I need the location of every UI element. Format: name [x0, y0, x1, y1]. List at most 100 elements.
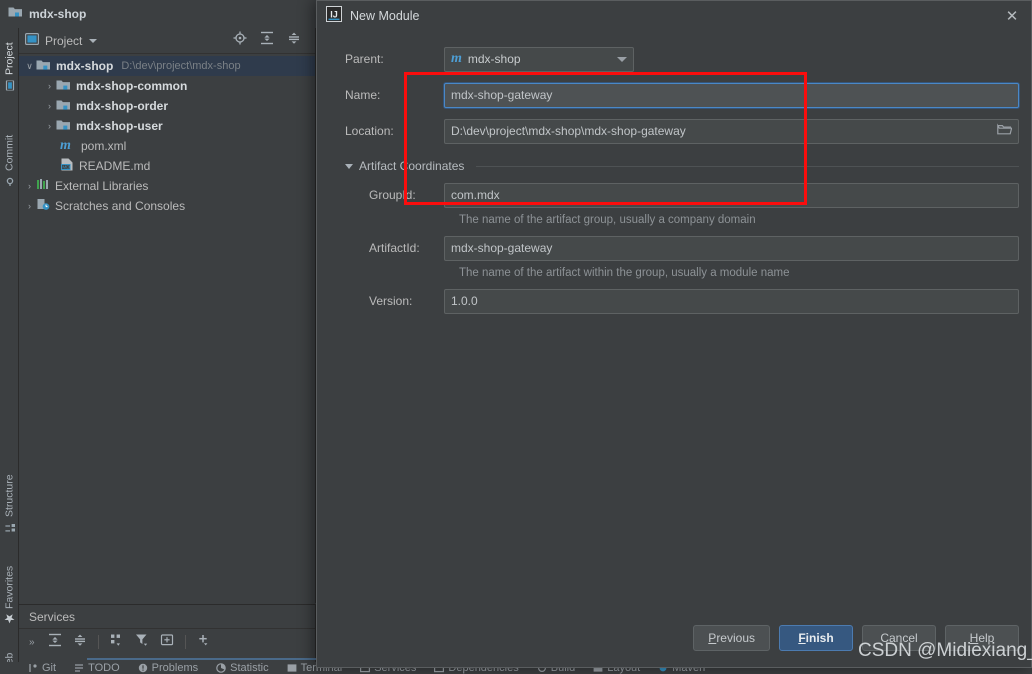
status-item-problems[interactable]: Problems	[138, 662, 198, 674]
expand-arrow-icon[interactable]: ›	[23, 181, 36, 191]
finish-button-mnemonic: F	[798, 631, 805, 645]
artifactid-field-row: ArtifactId: mdx-shop-gateway	[329, 236, 1019, 260]
svg-text:IJ: IJ	[330, 9, 338, 19]
project-view-selector-label: Project	[45, 34, 82, 48]
groupid-input-value: com.mdx	[451, 188, 500, 202]
project-icon	[4, 79, 15, 90]
expand-arrow-icon[interactable]: ›	[23, 201, 36, 211]
libraries-icon	[36, 178, 50, 194]
tree-node-scratches-and-consoles[interactable]: › Scratches and Consoles	[19, 196, 315, 216]
cancel-button[interactable]: Cancel	[862, 625, 936, 651]
plus-icon[interactable]	[197, 633, 211, 652]
groupid-label: GroupId:	[329, 188, 444, 202]
expand-arrow-icon[interactable]: ›	[43, 121, 56, 131]
ide-title-text: mdx-shop	[29, 7, 86, 21]
maven-module-icon: m	[451, 51, 462, 67]
folder-browse-icon[interactable]	[997, 123, 1012, 139]
tree-node-mdx-shop-user[interactable]: › mdx-shop-user	[19, 116, 315, 136]
help-button[interactable]: Help	[945, 625, 1019, 651]
tree-node-label: Scratches and Consoles	[55, 199, 185, 213]
tree-node-readme-md[interactable]: MD README.md	[19, 156, 315, 176]
close-icon[interactable]: ✕	[1001, 5, 1023, 27]
group-icon[interactable]	[110, 633, 124, 652]
parent-combobox[interactable]: m mdx-shop	[444, 47, 634, 72]
name-input[interactable]: mdx-shop-gateway	[444, 83, 1019, 108]
tool-window-structure-label: Structure	[4, 474, 16, 517]
version-label: Version:	[329, 294, 444, 308]
module-folder-icon	[56, 118, 71, 134]
artifact-coordinates-title: Artifact Coordinates	[359, 159, 464, 173]
tree-node-pom-xml[interactable]: m pom.xml	[19, 136, 315, 156]
expand-all-icon[interactable]	[260, 31, 274, 50]
services-toolbar: »	[19, 629, 315, 655]
expand-toolbar-icon[interactable]: »	[29, 637, 35, 648]
expand-all-icon[interactable]	[48, 633, 62, 652]
toolbar-divider	[98, 635, 99, 649]
structure-icon	[4, 521, 15, 532]
module-folder-icon	[36, 58, 51, 74]
artifact-coordinates-section-header[interactable]: Artifact Coordinates	[329, 159, 1019, 173]
add-tab-icon[interactable]	[160, 633, 174, 652]
markdown-icon: MD	[60, 158, 74, 174]
artifactid-input-value: mdx-shop-gateway	[451, 241, 552, 255]
tool-window-structure[interactable]: Structure	[0, 458, 19, 532]
status-item-label: Statistic	[230, 662, 269, 674]
artifactid-label: ArtifactId:	[329, 241, 444, 255]
help-button-label: elp	[978, 631, 994, 645]
chevron-down-icon[interactable]	[617, 57, 627, 62]
expand-arrow-icon[interactable]: ›	[43, 101, 56, 111]
new-module-dialog: IJ New Module ✕ Parent: m mdx-shop Name:	[316, 0, 1032, 668]
artifactid-input[interactable]: mdx-shop-gateway	[444, 236, 1019, 261]
scratches-icon	[36, 198, 50, 214]
status-item-statistic[interactable]: Statistic	[216, 662, 269, 674]
parent-combobox-value: mdx-shop	[468, 52, 521, 66]
name-field-row: Name: mdx-shop-gateway	[329, 83, 1019, 107]
groupid-input[interactable]: com.mdx	[444, 183, 1019, 208]
tool-window-commit-label: Commit	[4, 135, 16, 171]
module-folder-icon	[56, 98, 71, 114]
tree-node-label: mdx-shop-common	[76, 79, 187, 93]
name-label: Name:	[329, 88, 444, 102]
tree-node-label: pom.xml	[81, 139, 126, 153]
locate-target-icon[interactable]	[233, 31, 247, 50]
module-folder-icon	[56, 78, 71, 94]
tool-window-commit[interactable]: Commit	[0, 116, 19, 186]
chevron-down-icon[interactable]	[89, 39, 97, 43]
tree-node-label: External Libraries	[55, 179, 148, 193]
collapse-all-icon[interactable]	[287, 31, 301, 50]
collapse-all-icon[interactable]	[73, 633, 87, 652]
help-button-mnemonic: H	[970, 631, 979, 645]
previous-button[interactable]: Previous	[693, 625, 770, 651]
tree-node-external-libraries[interactable]: › External Libraries	[19, 176, 315, 196]
groupid-hint: The name of the artifact group, usually …	[329, 214, 1019, 226]
toolbar-divider	[185, 635, 186, 649]
parent-field-row: Parent: m mdx-shop	[329, 47, 1019, 71]
intellij-idea-icon: IJ	[326, 6, 342, 27]
tree-node-label: mdx-shop-user	[76, 119, 163, 133]
status-item-git[interactable]: Git	[28, 662, 56, 674]
cancel-button-label: Cancel	[880, 631, 917, 645]
groupid-field-row: GroupId: com.mdx	[329, 183, 1019, 207]
previous-button-mnemonic: P	[708, 631, 716, 645]
expand-arrow-icon[interactable]: ∨	[23, 61, 36, 72]
tree-node-mdx-shop-order[interactable]: › mdx-shop-order	[19, 96, 315, 116]
filter-icon[interactable]	[135, 633, 149, 652]
tool-window-project[interactable]: Project	[0, 32, 19, 90]
dialog-title-text: New Module	[350, 9, 419, 23]
star-icon	[4, 613, 15, 624]
expand-arrow-icon[interactable]: ›	[43, 81, 56, 91]
tree-node-mdx-shop[interactable]: ∨ mdx-shop D:\dev\project\mdx-shop	[19, 56, 315, 76]
location-input[interactable]: D:\dev\project\mdx-shop\mdx-shop-gateway	[444, 119, 1019, 144]
tree-node-label: mdx-shop	[56, 59, 113, 73]
chevron-down-icon[interactable]	[345, 164, 353, 169]
version-input[interactable]: 1.0.0	[444, 289, 1019, 314]
project-panel-header: Project	[19, 28, 315, 54]
tool-window-favorites[interactable]: Favorites	[0, 548, 19, 624]
services-active-indicator	[87, 658, 316, 660]
status-item-todo[interactable]: TODO	[74, 662, 120, 674]
finish-button[interactable]: Finish	[779, 625, 853, 651]
dialog-title-bar: IJ New Module ✕	[317, 1, 1031, 31]
tree-node-mdx-shop-common[interactable]: › mdx-shop-common	[19, 76, 315, 96]
project-tree[interactable]: ∨ mdx-shop D:\dev\project\mdx-shop › mdx…	[19, 54, 315, 216]
section-divider	[476, 166, 1019, 167]
